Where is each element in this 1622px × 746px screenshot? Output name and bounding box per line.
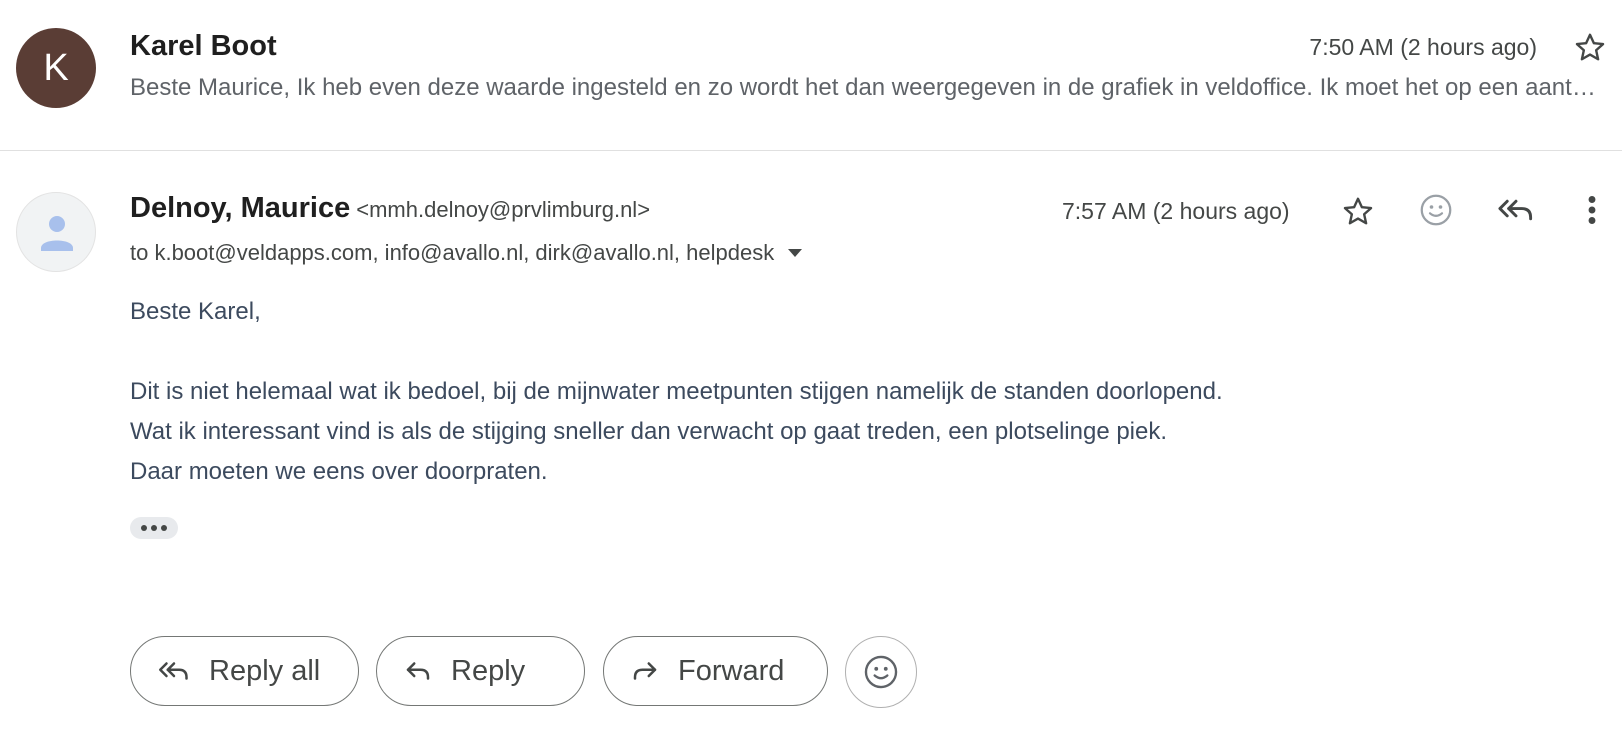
sender-email: <mmh.delnoy@prvlimburg.nl> (356, 197, 651, 222)
more-vert-icon (1588, 196, 1596, 224)
email-thread: K Karel Boot 7:50 AM (2 hours ago) Beste… (0, 0, 1622, 746)
reply-all-button[interactable]: Reply all (130, 636, 359, 706)
show-trimmed-content-button[interactable] (130, 517, 178, 539)
reply-all-icon (1498, 199, 1533, 221)
message-time: 7:57 AM (2 hours ago) (1062, 198, 1290, 224)
star-icon[interactable] (1572, 30, 1608, 66)
message-snippet: Beste Maurice, Ik heb even deze waarde i… (130, 74, 1608, 101)
avatar: K (16, 28, 96, 108)
body-line: Dit is niet helemaal wat ik bedoel, bij … (130, 378, 1223, 405)
recipients-text: to k.boot@veldapps.com, info@avallo.nl, … (130, 240, 775, 265)
forward-label: Forward (678, 654, 785, 687)
emoji-icon (864, 655, 898, 689)
reply-all-button[interactable] (1494, 188, 1538, 232)
message-body: Beste Karel, Dit is niet helemaal wat ik… (130, 292, 1223, 492)
body-line: Daar moeten we eens over doorpraten. (130, 458, 548, 485)
message-time: 7:50 AM (2 hours ago) (1309, 34, 1537, 60)
recipients-line: to k.boot@veldapps.com, info@avallo.nl, … (130, 240, 803, 266)
chevron-down-icon[interactable] (788, 249, 803, 257)
body-line: Wat ik interessant vind is als de stijgi… (130, 418, 1168, 445)
sender-name: Karel Boot (130, 30, 277, 62)
emoji-icon (1420, 194, 1452, 226)
star-icon (1343, 197, 1373, 225)
reply-all-label: Reply all (209, 654, 321, 687)
forward-button[interactable]: Forward (603, 636, 828, 706)
avatar (16, 192, 96, 272)
sender-line: Delnoy, Maurice <mmh.delnoy@prvlimburg.nl… (130, 192, 650, 225)
emoji-button[interactable] (1414, 188, 1458, 232)
sender-name[interactable]: Delnoy, Maurice (130, 192, 350, 224)
collapsed-message[interactable]: K Karel Boot 7:50 AM (2 hours ago) Beste… (0, 0, 1622, 151)
star-button[interactable] (1336, 190, 1380, 234)
body-greeting: Beste Karel, (130, 298, 261, 325)
person-icon (41, 216, 73, 251)
forward-icon (633, 662, 657, 680)
reply-button[interactable]: Reply (376, 636, 585, 706)
emoji-reaction-button[interactable] (845, 636, 917, 708)
reply-label: Reply (451, 654, 526, 687)
reply-all-icon (159, 662, 188, 680)
more-options-button[interactable] (1570, 188, 1614, 232)
reply-icon (406, 662, 430, 680)
